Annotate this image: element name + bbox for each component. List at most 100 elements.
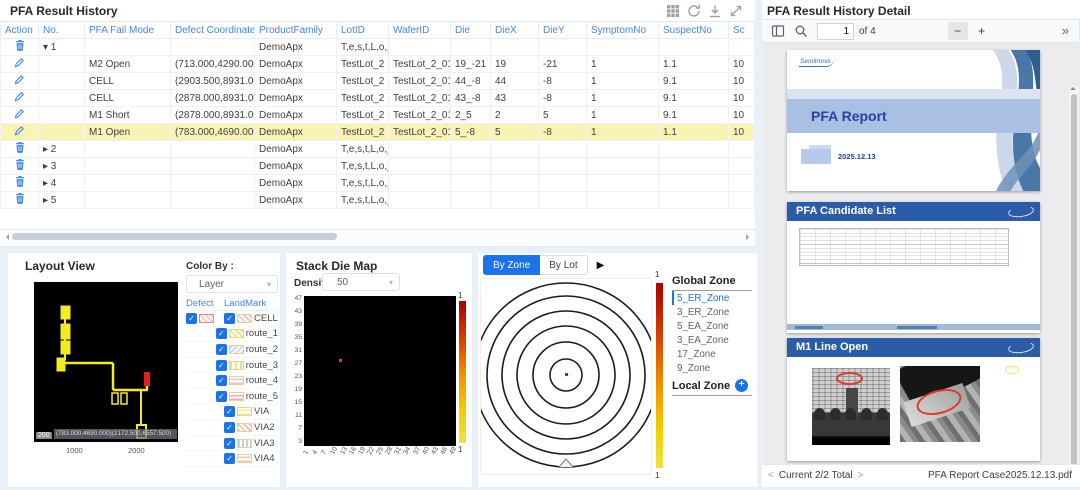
history-horizontal-scrollbar[interactable] [0, 229, 755, 242]
tab-by-lot[interactable]: By Lot [540, 255, 587, 275]
sidebar-toggle-icon[interactable] [771, 24, 785, 38]
trash-icon[interactable] [1, 158, 39, 175]
column-header[interactable]: SymptomNo [587, 22, 659, 39]
column-header[interactable]: PFA Fail Mode [85, 22, 171, 39]
history-title: PFA Result History [10, 4, 118, 18]
landmark-checkbox[interactable]: ✓ [216, 375, 227, 386]
pencil-icon[interactable] [1, 107, 39, 124]
group-row[interactable]: ▸ 5DemoApxT,e,s,t,L,o,_,2... [1, 192, 755, 209]
trash-icon[interactable] [1, 192, 39, 209]
zone-item[interactable]: 3_ER_Zone [672, 305, 752, 319]
cell: -8 [539, 90, 587, 107]
zoom-in-button[interactable]: + [972, 22, 992, 40]
cell: 5_-8 [451, 124, 491, 141]
landmark-checkbox[interactable]: ✓ [224, 313, 235, 324]
result-row[interactable]: M2 Open(713.000,4290.000)(2...DemoApxTes… [1, 56, 755, 73]
result-row[interactable]: M1 Short(2878.000,8931.000)(...DemoApxTe… [1, 107, 755, 124]
cell: 9.1 [659, 90, 729, 107]
play-icon[interactable]: ▶ [597, 260, 605, 271]
landmark-label: VIA [254, 406, 269, 417]
defect-column-header: Defect [186, 298, 224, 309]
column-header[interactable]: SuspectNo [659, 22, 729, 39]
pdf-viewer[interactable]: Semitronix PFA Report 2025.12.13 PFA Can… [762, 43, 1080, 464]
wafer-zone-map[interactable] [480, 278, 652, 475]
group-row[interactable]: ▾ 1DemoApxT,e,s,t,L,o,_,2... [1, 39, 755, 56]
landmark-swatch [237, 314, 252, 323]
refresh-icon[interactable] [687, 4, 701, 18]
scroll-up-arrow[interactable] [1070, 87, 1076, 90]
result-row[interactable]: CELL(2878.000,8931.000)(...DemoApxTestLo… [1, 90, 755, 107]
result-row[interactable]: CELL(2903.500,8931.000)(...DemoApxTestLo… [1, 73, 755, 90]
column-header[interactable]: Action [1, 22, 39, 39]
zone-item[interactable]: 9_Zone [672, 361, 752, 375]
sem-image-top-view [900, 366, 980, 442]
scroll-right-arrow[interactable] [746, 234, 752, 240]
pencil-icon[interactable] [1, 90, 39, 107]
pdf-scrollbar-thumb[interactable] [1071, 94, 1077, 464]
group-toggle[interactable]: ▸ 4 [39, 175, 85, 192]
column-header[interactable]: ProductFamily [255, 22, 337, 39]
toolbar-more-button[interactable]: » [1062, 23, 1069, 38]
trash-icon[interactable] [1, 175, 39, 192]
zone-colorbar [656, 283, 663, 468]
color-by-select[interactable]: Layer ▾ [186, 275, 278, 293]
zoom-out-button[interactable]: − [948, 22, 968, 40]
pencil-icon[interactable] [1, 56, 39, 73]
group-row[interactable]: ▸ 2DemoApxT,e,s,t,L,o,_,2... [1, 141, 755, 158]
landmark-checkbox[interactable]: ✓ [216, 360, 227, 371]
y-tick-label: 7 [290, 426, 302, 433]
column-header[interactable]: Defect Coordinate [171, 22, 255, 39]
group-row[interactable]: ▸ 4DemoApxT,e,s,t,L,o,_,2... [1, 175, 755, 192]
landmark-checkbox[interactable]: ✓ [216, 391, 227, 402]
layout-canvas[interactable]: 200 (783.000,4690.000)(2172.500,6557.500… [34, 282, 178, 442]
density-select[interactable]: 50 ▾ [322, 273, 400, 291]
next-case-button[interactable]: > [858, 470, 864, 481]
landmark-checkbox[interactable]: ✓ [224, 406, 235, 417]
pencil-icon[interactable] [1, 124, 39, 141]
group-toggle[interactable]: ▸ 5 [39, 192, 85, 209]
pdf-scrollbar[interactable] [1069, 86, 1078, 464]
zone-item[interactable]: 5_ER_Zone [672, 291, 752, 305]
column-header[interactable]: DieY [539, 22, 587, 39]
column-header[interactable]: WaferID [389, 22, 451, 39]
scroll-left-arrow[interactable] [3, 234, 9, 240]
landmark-checkbox[interactable]: ✓ [216, 328, 227, 339]
column-header[interactable]: Sc [729, 22, 755, 39]
column-header[interactable]: Die [451, 22, 491, 39]
landmark-checkbox[interactable]: ✓ [224, 453, 235, 464]
stack-die-canvas[interactable] [304, 296, 456, 446]
cell [729, 141, 755, 158]
zone-item[interactable]: 17_Zone [672, 347, 752, 361]
group-toggle[interactable]: ▸ 2 [39, 141, 85, 158]
page-number-input[interactable] [817, 23, 854, 40]
tab-by-zone[interactable]: By Zone [483, 255, 540, 275]
trash-icon[interactable] [1, 39, 39, 56]
trash-icon[interactable] [1, 141, 39, 158]
cell: 10 [729, 107, 755, 124]
defect-checkbox[interactable]: ✓ [186, 313, 197, 324]
result-row[interactable]: M1 Open(783.000,4690.000)(2...DemoApxTes… [1, 124, 755, 141]
landmark-checkbox[interactable]: ✓ [216, 344, 227, 355]
prev-case-button[interactable]: < [768, 470, 774, 481]
search-icon[interactable] [794, 24, 808, 38]
scrollbar-thumb[interactable] [12, 233, 337, 240]
group-toggle[interactable]: ▸ 3 [39, 158, 85, 175]
column-header[interactable]: LotID [337, 22, 389, 39]
pencil-icon[interactable] [1, 73, 39, 90]
add-local-zone-button[interactable]: + [735, 379, 748, 392]
group-row[interactable]: ▸ 3DemoApxT,e,s,t,L,o,_,2... [1, 158, 755, 175]
group-toggle[interactable]: ▾ 1 [39, 39, 85, 56]
landmark-checkbox[interactable]: ✓ [224, 438, 235, 449]
cell [171, 192, 255, 209]
zone-item[interactable]: 3_EA_Zone [672, 333, 752, 347]
cell [491, 39, 539, 56]
column-header[interactable]: No. [39, 22, 85, 39]
column-header[interactable]: DieX [491, 22, 539, 39]
landmark-checkbox[interactable]: ✓ [224, 422, 235, 433]
expand-icon[interactable] [729, 4, 743, 18]
zone-item[interactable]: 5_EA_Zone [672, 319, 752, 333]
grid-icon[interactable] [666, 4, 680, 18]
cell [659, 192, 729, 209]
legend-row: ✓✓CELL [186, 311, 278, 327]
download-icon[interactable] [708, 4, 722, 18]
